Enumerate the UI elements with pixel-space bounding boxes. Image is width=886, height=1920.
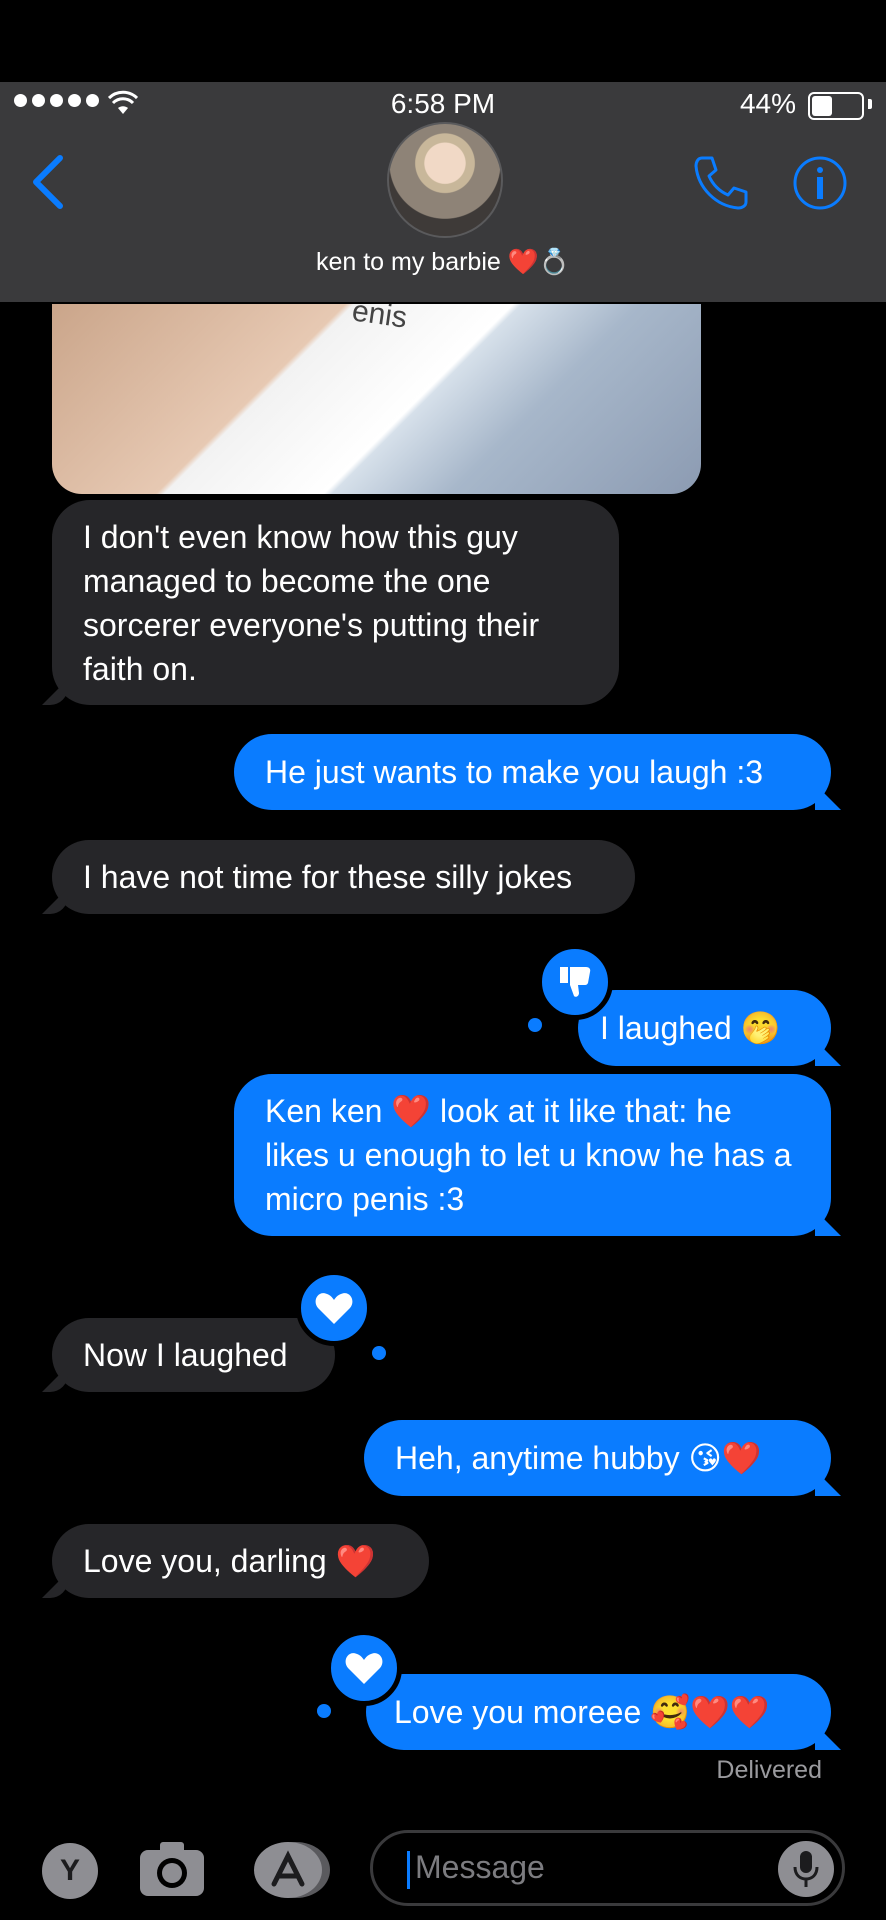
message-placeholder: Message (415, 1849, 545, 1885)
reaction-thumbs-down[interactable] (537, 944, 613, 1020)
message-text: Love you moreee 🥰❤️❤️ (394, 1694, 770, 1730)
message-text: Love you, darling ❤️ (83, 1543, 376, 1579)
status-bar: 6:58 PM 44% (0, 82, 886, 122)
battery-icon (808, 92, 864, 120)
message-bubble-outgoing[interactable]: He just wants to make you laugh :3 (234, 734, 841, 810)
contact-avatar[interactable] (387, 122, 503, 238)
message-bubble-incoming[interactable]: I have not time for these silly jokes (42, 840, 635, 914)
message-text: Heh, anytime hubby 😘❤️ (395, 1440, 762, 1476)
contact-name[interactable]: ken to my barbie ❤️💍 (0, 248, 886, 277)
battery-percentage: 44% (739, 88, 796, 119)
back-chevron-icon[interactable] (30, 154, 66, 210)
message-bubble-outgoing[interactable]: Love you moreee 🥰❤️❤️ (366, 1674, 841, 1750)
microphone-icon (793, 1851, 819, 1887)
heart-icon (345, 1653, 383, 1684)
message-input-field[interactable]: Message (370, 1830, 845, 1906)
heart-icon (315, 1293, 353, 1324)
message-text: Ken ken ❤️ look at it like that: he like… (265, 1093, 792, 1217)
message-bubble-outgoing[interactable]: Ken ken ❤️ look at it like that: he like… (234, 1074, 841, 1236)
reaction-heart[interactable] (326, 1630, 402, 1706)
microphone-button[interactable] (778, 1841, 834, 1897)
delivered-status: Delivered (716, 1756, 822, 1784)
message-text: I don't even know how this guy managed t… (83, 518, 540, 687)
message-bubble-incoming[interactable]: I don't even know how this guy managed t… (42, 500, 619, 705)
app-store-icon[interactable] (252, 1840, 332, 1900)
message-bubble-outgoing[interactable]: I laughed 🤭 (578, 990, 841, 1066)
message-text: Now I laughed (83, 1337, 288, 1373)
phone-icon[interactable] (692, 154, 750, 210)
image-caption-fragment: enis (350, 304, 410, 335)
conversation-header: 6:58 PM 44% ken to my barbie ❤️💍 (0, 82, 886, 302)
info-icon[interactable] (792, 155, 848, 211)
message-bubble-outgoing[interactable]: Heh, anytime hubby 😘❤️ (364, 1420, 841, 1496)
message-bubble-incoming[interactable]: Now I laughed (42, 1318, 335, 1392)
message-text: I laughed 🤭 (600, 1010, 781, 1046)
text-cursor (407, 1851, 410, 1889)
message-text: He just wants to make you laugh :3 (265, 754, 764, 790)
shared-image[interactable]: enis (52, 304, 701, 494)
app-shortcut-y-button[interactable]: Y (42, 1843, 98, 1899)
message-bubble-incoming[interactable]: Love you, darling ❤️ (42, 1524, 429, 1598)
camera-icon[interactable] (136, 1838, 208, 1902)
reaction-heart[interactable] (296, 1270, 372, 1346)
thumbs-down-icon (560, 967, 591, 997)
message-text: I have not time for these silly jokes (83, 859, 573, 895)
